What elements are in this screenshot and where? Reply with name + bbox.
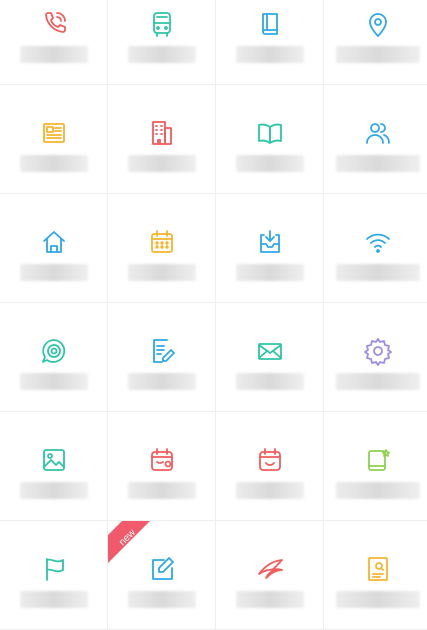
grid-item-label — [335, 46, 420, 63]
calendar-icon — [147, 227, 177, 257]
grid-item[interactable] — [324, 303, 427, 412]
grid-item-label — [127, 482, 196, 499]
grid-item-label — [19, 591, 88, 608]
home-icon — [39, 227, 69, 257]
grid-item-label — [235, 264, 304, 281]
grid-item-label — [19, 46, 88, 63]
grid-item-label — [235, 373, 304, 390]
grid-item-label — [127, 46, 196, 63]
calendar-smile-icon — [255, 445, 285, 475]
grid-item-label — [127, 155, 196, 172]
grid-item[interactable] — [108, 412, 216, 521]
inbox-download-icon — [255, 227, 285, 257]
grid-item-label — [335, 264, 420, 281]
mail-icon — [255, 336, 285, 366]
grid-item-label — [19, 373, 88, 390]
grid-item[interactable] — [0, 412, 108, 521]
grid-item[interactable] — [216, 194, 324, 303]
grid-item-label — [127, 591, 196, 608]
users-icon — [363, 118, 393, 148]
grid-item[interactable] — [108, 85, 216, 194]
icon-grid: new — [0, 0, 427, 630]
grid-item[interactable] — [216, 85, 324, 194]
chat-target-icon — [39, 336, 69, 366]
grid-item[interactable] — [216, 412, 324, 521]
grid-item[interactable] — [324, 412, 427, 521]
grid-item[interactable] — [0, 521, 108, 630]
grid-item[interactable] — [216, 521, 324, 630]
grid-item[interactable] — [324, 0, 427, 85]
grid-item[interactable] — [0, 85, 108, 194]
grid-item-label — [19, 482, 88, 499]
grid-item-label — [127, 373, 196, 390]
grid-item-label — [19, 155, 88, 172]
grid-item-label — [235, 46, 304, 63]
grid-item[interactable] — [108, 0, 216, 85]
phone-call-icon — [39, 9, 69, 39]
document-search-icon — [363, 554, 393, 584]
open-book-icon — [255, 118, 285, 148]
wifi-icon — [363, 227, 393, 257]
grid-item-label — [335, 482, 420, 499]
settings-gear-icon — [363, 336, 393, 366]
grid-item-label — [127, 264, 196, 281]
flag-icon — [39, 554, 69, 584]
newspaper-icon — [39, 118, 69, 148]
grid-item[interactable] — [0, 303, 108, 412]
grid-item[interactable] — [216, 303, 324, 412]
grid-item-label — [235, 155, 304, 172]
grid-item[interactable]: new — [108, 521, 216, 630]
airline-bird-icon — [255, 554, 285, 584]
new-badge: new — [108, 521, 150, 563]
grid-item-label — [235, 591, 304, 608]
location-pin-icon — [363, 9, 393, 39]
grid-item[interactable] — [0, 194, 108, 303]
building-icon — [147, 118, 177, 148]
edit-pencil-icon — [147, 554, 177, 584]
grid-item[interactable] — [324, 521, 427, 630]
tablet-star-icon — [363, 445, 393, 475]
grid-item-label — [335, 155, 420, 172]
grid-item[interactable] — [324, 85, 427, 194]
grid-item[interactable] — [108, 303, 216, 412]
bus-icon — [147, 9, 177, 39]
image-icon — [39, 445, 69, 475]
grid-item-label — [19, 264, 88, 281]
book-icon — [255, 9, 285, 39]
grid-item[interactable] — [216, 0, 324, 85]
grid-item-label — [335, 591, 420, 608]
grid-item[interactable] — [324, 194, 427, 303]
grid-item-label — [335, 373, 420, 390]
grid-item[interactable] — [108, 194, 216, 303]
grid-item-label — [235, 482, 304, 499]
grid-item[interactable] — [0, 0, 108, 85]
note-edit-icon — [147, 336, 177, 366]
calendar-check-icon — [147, 445, 177, 475]
